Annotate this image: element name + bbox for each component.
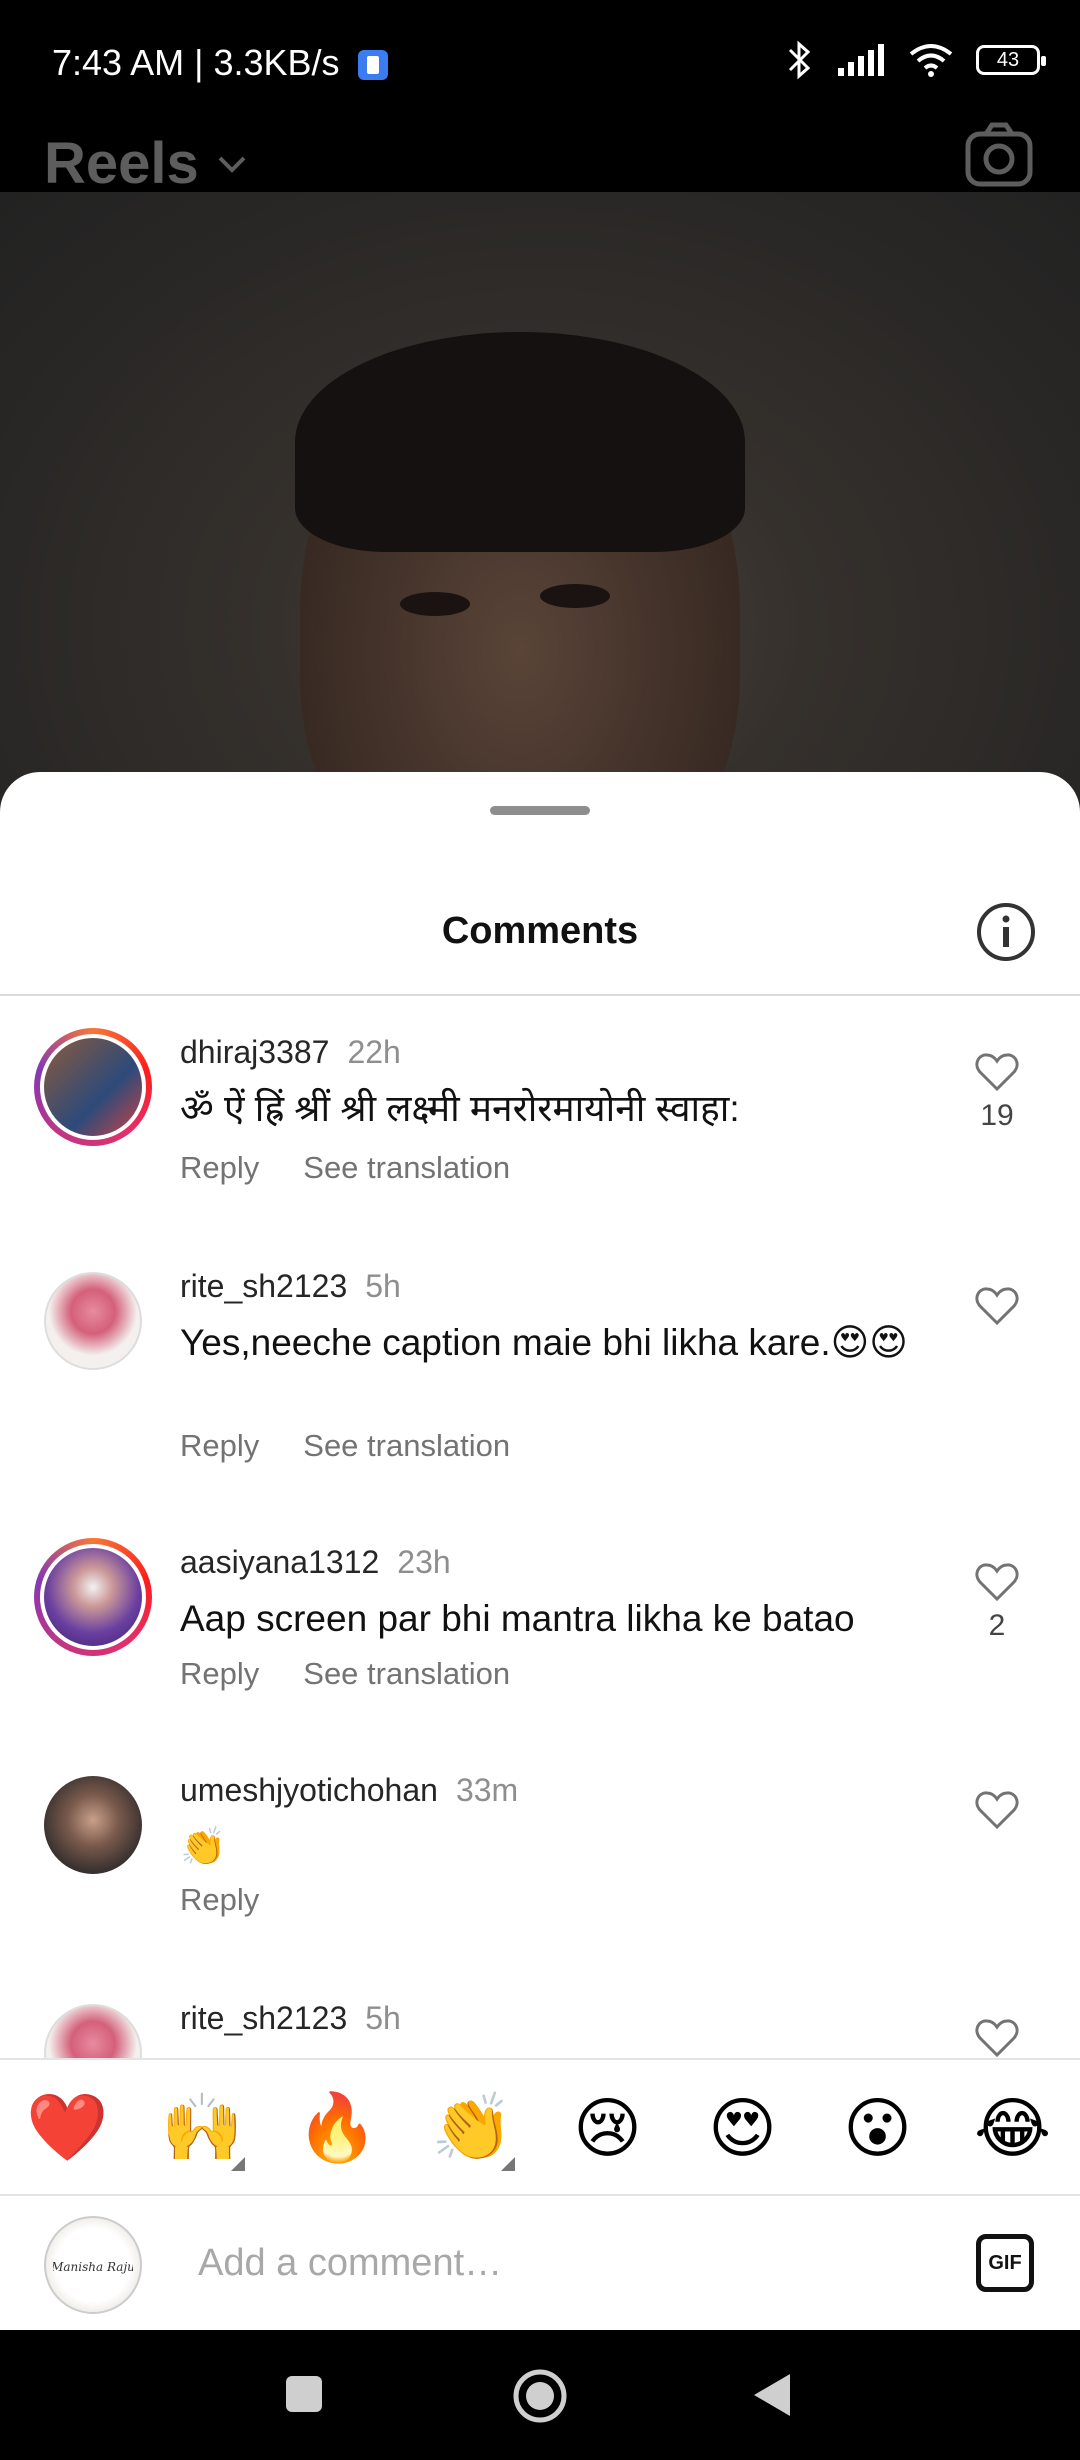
reels-title: Reels bbox=[44, 131, 199, 196]
username-text: umeshjyotichohan bbox=[180, 1772, 438, 1808]
recents-icon[interactable] bbox=[284, 2374, 324, 2414]
comment-actions: Reply See translation bbox=[180, 1150, 554, 1186]
sheet-title: Comments bbox=[441, 910, 639, 952]
gif-button[interactable]: GIF bbox=[976, 2234, 1034, 2292]
drag-handle[interactable] bbox=[490, 806, 590, 815]
bluetooth-icon bbox=[788, 40, 811, 80]
comment-time: 33m bbox=[455, 1772, 519, 1808]
see-translation-button[interactable]: See translation bbox=[303, 1656, 510, 1691]
skin-tone-indicator-icon bbox=[500, 2157, 515, 2171]
status-time: 7:43 AM | 3.3KB/s bbox=[52, 42, 388, 84]
like-button[interactable]: 19 bbox=[970, 1052, 1024, 1133]
like-count: 19 bbox=[980, 1099, 1014, 1132]
comment-text: ॐ ऐं ह्रिं श्रीं श्री लक्ष्मी मनरोरमायोन… bbox=[180, 1088, 740, 1129]
heart-icon[interactable] bbox=[975, 1052, 1019, 1092]
emoji-raising-hands-glyph: 🙌 bbox=[161, 2090, 244, 2164]
emoji-raising-hands[interactable]: 🙌 bbox=[153, 2089, 253, 2171]
comment-time: 23h bbox=[397, 1544, 451, 1580]
status-icons: 43 bbox=[784, 40, 1046, 80]
signal-icon bbox=[838, 44, 884, 76]
username-text: rite_sh2123 bbox=[180, 1268, 348, 1304]
like-button[interactable] bbox=[970, 1286, 1024, 1333]
see-translation-button[interactable]: See translation bbox=[303, 1150, 510, 1185]
my-avatar-logo-text: Manisha Raju bbox=[53, 2260, 133, 2274]
comment-compose-bar: Manisha Raju Add a comment… GIF bbox=[0, 2194, 1080, 2332]
reply-button[interactable]: Reply bbox=[180, 1882, 259, 1917]
comment-time: 5h bbox=[365, 1268, 401, 1304]
reply-button[interactable]: Reply bbox=[180, 1656, 259, 1691]
emoji-laughing[interactable]: 😂 bbox=[963, 2090, 1063, 2167]
camera-icon[interactable] bbox=[964, 120, 1034, 190]
home-icon[interactable] bbox=[512, 2368, 568, 2424]
comment-username[interactable]: rite_sh2123 5h bbox=[180, 2000, 401, 2037]
emoji-clap-glyph: 👏 bbox=[431, 2090, 514, 2164]
comment-time: 5h bbox=[365, 2000, 401, 2036]
my-avatar[interactable]: Manisha Raju bbox=[44, 2216, 142, 2314]
emoji-crying[interactable]: 😢 bbox=[558, 2090, 658, 2167]
comment-time: 22h bbox=[347, 1034, 401, 1070]
emoji-clap[interactable]: 👏 bbox=[423, 2089, 523, 2171]
see-translation-button[interactable]: See translation bbox=[303, 1428, 510, 1463]
reply-button[interactable]: Reply bbox=[180, 1150, 259, 1185]
avatar[interactable] bbox=[34, 1028, 152, 1146]
emoji-heart[interactable]: ❤️ bbox=[18, 2089, 118, 2167]
reels-title-dropdown[interactable]: Reels bbox=[44, 130, 247, 197]
emoji-quick-bar: ❤️ 🙌 🔥 👏 😢 😍 😮 😂 bbox=[0, 2058, 1080, 2196]
avatar[interactable] bbox=[34, 1538, 152, 1656]
comment-actions: Reply bbox=[180, 1882, 303, 1918]
emoji-fire[interactable]: 🔥 bbox=[288, 2089, 388, 2167]
comment-actions: Reply See translation bbox=[180, 1656, 554, 1692]
comment-username[interactable]: aasiyana1312 23h bbox=[180, 1544, 451, 1581]
status-bar: 7:43 AM | 3.3KB/s 43 bbox=[0, 0, 1080, 130]
video-subject-hair bbox=[295, 332, 745, 552]
like-count: 2 bbox=[988, 1609, 1006, 1642]
add-comment-input[interactable]: Add a comment… bbox=[198, 2242, 502, 2285]
skin-tone-indicator-icon bbox=[230, 2157, 245, 2171]
battery-level: 43 bbox=[996, 48, 1020, 71]
heart-icon[interactable] bbox=[975, 1286, 1019, 1326]
back-icon[interactable] bbox=[752, 2372, 792, 2418]
comment-username[interactable]: dhiraj3387 22h bbox=[180, 1034, 401, 1071]
comment-actions: Reply See translation bbox=[180, 1428, 554, 1464]
video-eye-right bbox=[540, 584, 610, 608]
wifi-icon bbox=[909, 44, 953, 77]
sheet-divider bbox=[0, 994, 1080, 996]
comment-username[interactable]: rite_sh2123 5h bbox=[180, 1268, 401, 1305]
like-button[interactable] bbox=[970, 2018, 1024, 2063]
info-icon[interactable] bbox=[976, 902, 1036, 962]
avatar[interactable] bbox=[34, 1766, 152, 1884]
my-avatar-logo: Manisha Raju bbox=[53, 2260, 133, 2274]
comment-username[interactable]: umeshjyotichohan 33m bbox=[180, 1772, 518, 1809]
reply-button[interactable]: Reply bbox=[180, 1428, 259, 1463]
system-navigation-bar bbox=[0, 2330, 1080, 2460]
username-text: aasiyana1312 bbox=[180, 1544, 380, 1580]
heart-icon[interactable] bbox=[975, 1790, 1019, 1830]
reels-header: Reels bbox=[0, 122, 1080, 200]
battery-icon: 43 bbox=[976, 45, 1046, 75]
reel-video[interactable] bbox=[0, 192, 1080, 812]
heart-icon[interactable] bbox=[975, 1562, 1019, 1602]
avatar[interactable] bbox=[34, 1262, 152, 1380]
chevron-down-icon bbox=[218, 156, 246, 173]
comment-text: Aap screen par bhi mantra likha ke batao bbox=[180, 1598, 855, 1639]
like-button[interactable] bbox=[970, 1790, 1024, 1835]
like-button[interactable]: 2 bbox=[970, 1562, 1024, 1643]
username-text: dhiraj3387 bbox=[180, 1034, 330, 1070]
data-saver-icon bbox=[357, 50, 388, 81]
video-eye-left bbox=[400, 592, 470, 616]
status-time-text: 7:43 AM | 3.3KB/s bbox=[52, 42, 340, 83]
heart-icon[interactable] bbox=[975, 2018, 1019, 2058]
emoji-surprised[interactable]: 😮 bbox=[828, 2090, 928, 2167]
username-text: rite_sh2123 bbox=[180, 2000, 348, 2036]
comment-text: Yes,neeche caption maie bhi likha kare.😍… bbox=[180, 1322, 908, 1363]
comment-text: 👏 bbox=[180, 1826, 227, 1867]
emoji-heart-eyes[interactable]: 😍 bbox=[693, 2090, 793, 2167]
